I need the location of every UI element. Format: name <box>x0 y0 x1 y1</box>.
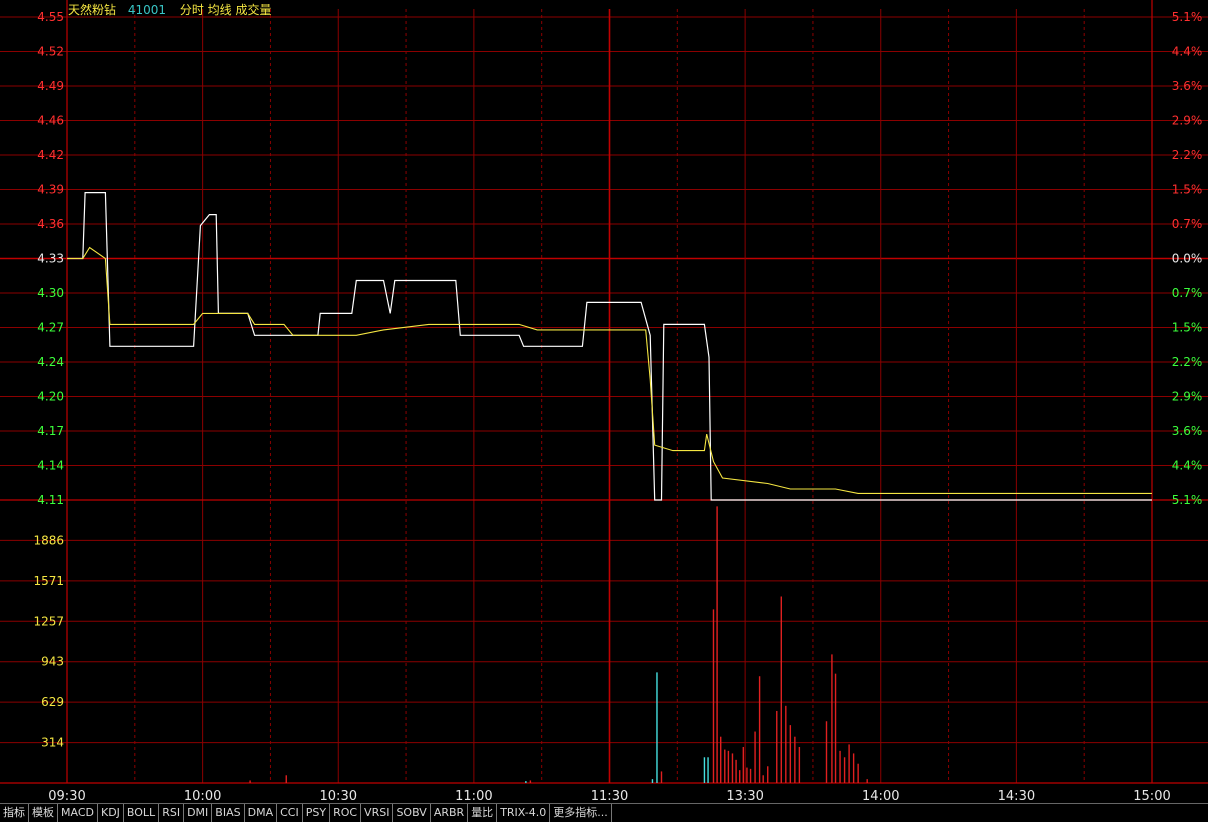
price-tick-label: 4.46 <box>37 114 64 128</box>
price-tick-label: 4.33 <box>37 252 64 266</box>
time-tick-label: 13:30 <box>726 789 763 803</box>
percent-tick-label: 1.5% <box>1172 321 1203 335</box>
price-tick-label: 4.17 <box>37 424 64 438</box>
price-tick-label: 4.11 <box>37 493 64 507</box>
indicator-tab-bar: 指标 模板 MACD KDJ BOLL RSI DMI BIAS DMA CCI PSY ROC VRS… <box>0 803 1208 822</box>
time-tick-label: 11:00 <box>455 789 492 803</box>
indicator-tab-2[interactable]: MACD <box>58 804 98 822</box>
percent-tick-label: 4.4% <box>1172 459 1203 473</box>
indicator-tab-6[interactable]: DMI <box>184 804 213 822</box>
indicator-tab-9[interactable]: CCI <box>277 804 303 822</box>
indicator-tab-8[interactable]: DMA <box>245 804 278 822</box>
indicator-tab-13[interactable]: SOBV <box>393 804 431 822</box>
price-tick-label: 4.55 <box>37 10 64 24</box>
percent-tick-label: 0.7% <box>1172 286 1203 300</box>
volume-tick-label: 629 <box>41 695 64 709</box>
intraday-chart[interactable]: 4.55 4.52 4.49 4.46 4.42 4.39 4.36 4.33 4.30 4.27… <box>0 0 1208 803</box>
percent-tick-label: 3.6% <box>1172 79 1203 93</box>
percent-tick-label: 4.4% <box>1172 45 1203 59</box>
indicator-tab-10[interactable]: PSY <box>303 804 331 822</box>
time-tick-label: 10:30 <box>320 789 357 803</box>
percent-tick-label: 2.2% <box>1172 148 1203 162</box>
indicator-tab-17[interactable]: 更多指标... <box>550 804 612 822</box>
time-tick-label: 14:30 <box>998 789 1035 803</box>
indicator-tab-14[interactable]: ARBR <box>431 804 469 822</box>
indicator-tab-16[interactable]: TRIX-4.0 <box>497 804 551 822</box>
volume-tick-label: 314 <box>41 736 64 750</box>
percent-tick-label: 2.9% <box>1172 114 1203 128</box>
time-axis: 09:30 10:00 10:30 11:00 11:30 13:30 14:00 14:30… <box>48 789 1170 803</box>
percent-axis-right: 5.1% 4.4% 3.6% 2.9% 2.2% 1.5% 0.7% 0.0% 0.7% 1.5%… <box>1172 10 1203 507</box>
volume-tick-label: 1886 <box>33 533 64 547</box>
indicator-tab-3[interactable]: KDJ <box>98 804 124 822</box>
indicator-tab-0[interactable]: 指标 <box>0 804 29 822</box>
indicator-tab-11[interactable]: ROC <box>330 804 362 822</box>
indicator-tab-1[interactable]: 模板 <box>29 804 58 822</box>
price-tick-label: 4.27 <box>37 321 64 335</box>
chart-mode-label: 分时 均线 成交量 <box>179 3 272 17</box>
indicator-tab-12[interactable]: VRSI <box>361 804 394 822</box>
indicator-tab-5[interactable]: RSI <box>159 804 185 822</box>
price-tick-label: 4.24 <box>37 355 64 369</box>
time-tick-label: 14:00 <box>862 789 899 803</box>
price-tick-label: 4.20 <box>37 390 64 404</box>
time-tick-label: 11:30 <box>591 789 628 803</box>
price-tick-label: 4.36 <box>37 217 64 231</box>
price-tick-label: 4.39 <box>37 183 64 197</box>
percent-tick-label: 5.1% <box>1172 10 1203 24</box>
price-tick-label: 4.42 <box>37 148 64 162</box>
instrument-name: 天然粉钻 <box>68 3 117 17</box>
time-tick-label: 15:00 <box>1133 789 1170 803</box>
percent-tick-label: 2.9% <box>1172 390 1203 404</box>
price-axis-left: 4.55 4.52 4.49 4.46 4.42 4.39 4.36 4.33 4.30 4.27… <box>37 10 64 507</box>
price-tick-label: 4.30 <box>37 286 64 300</box>
percent-tick-label: 0.7% <box>1172 217 1203 231</box>
indicator-tab-4[interactable]: BOLL <box>124 804 160 822</box>
percent-tick-label: 5.1% <box>1172 493 1203 507</box>
indicator-tab-15[interactable]: 量比 <box>468 804 498 822</box>
percent-tick-label: 0.0% <box>1172 252 1203 266</box>
percent-tick-label: 3.6% <box>1172 424 1203 438</box>
volume-tick-label: 1257 <box>33 614 64 628</box>
volume-tick-label: 943 <box>41 655 64 669</box>
percent-tick-label: 1.5% <box>1172 183 1203 197</box>
price-tick-label: 4.14 <box>37 459 64 473</box>
time-tick-label: 09:30 <box>48 789 85 803</box>
indicator-tab-7[interactable]: BIAS <box>212 804 245 822</box>
price-tick-label: 4.52 <box>37 45 64 59</box>
time-tick-label: 10:00 <box>184 789 221 803</box>
volume-tick-label: 1571 <box>33 574 64 588</box>
percent-tick-label: 2.2% <box>1172 355 1203 369</box>
chart-header: 天然粉钻 41001 分时 均线 成交量 <box>68 2 272 18</box>
instrument-code: 41001 <box>127 3 167 17</box>
price-tick-label: 4.49 <box>37 79 64 93</box>
